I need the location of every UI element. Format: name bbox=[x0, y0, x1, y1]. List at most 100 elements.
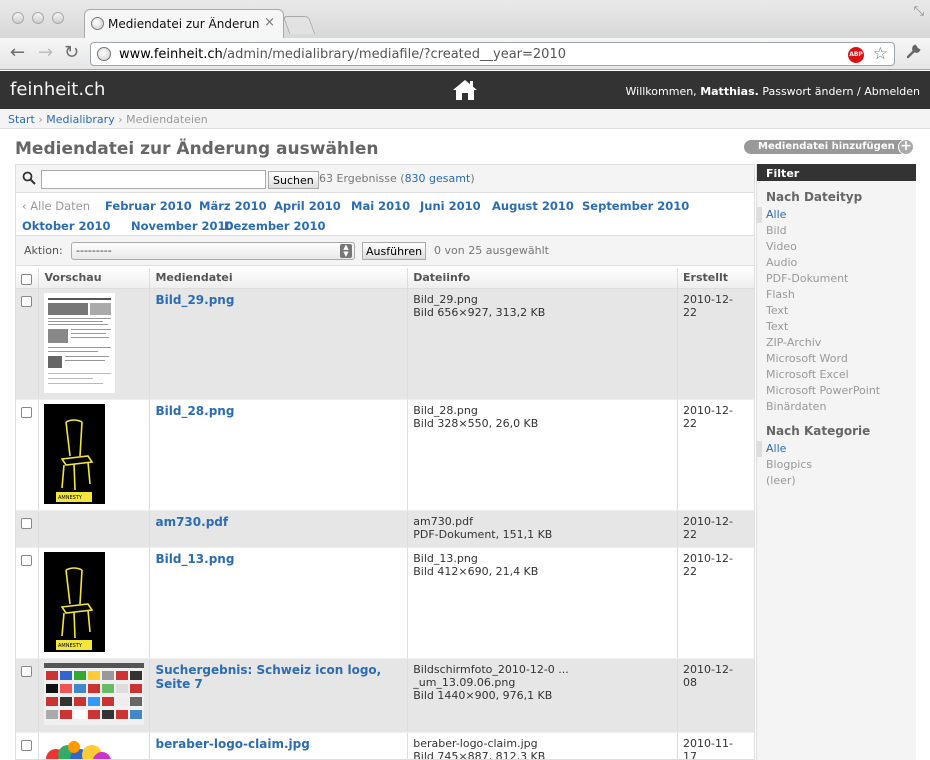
fileinfo-line: PDF-Dokument, 151,1 KB bbox=[413, 527, 553, 541]
add-mediafile-button[interactable]: Mediendatei hinzufügen + bbox=[744, 139, 914, 155]
mediafile-link[interactable]: beraber-logo-claim.jpg bbox=[155, 737, 309, 751]
table-row: AMNESTY Bild_28.png Bild_28.png Bild 328… bbox=[16, 399, 754, 511]
plus-icon: + bbox=[898, 139, 914, 155]
date-link-month[interactable]: Dezember 2010 bbox=[224, 219, 326, 233]
mediafile-link[interactable]: Suchergebnis: Schweiz icon logo, Seite 7 bbox=[155, 663, 381, 691]
chair-thumbnail[interactable]: AMNESTY bbox=[44, 551, 106, 652]
document-thumbnail[interactable] bbox=[44, 292, 116, 393]
chair-thumbnail[interactable]: AMNESTY bbox=[44, 403, 106, 504]
column-header-fileinfo[interactable]: Dateiinfo bbox=[407, 268, 678, 289]
row-checkbox[interactable] bbox=[21, 665, 32, 677]
date-link-month[interactable]: September 2010 bbox=[582, 199, 689, 213]
date-back-link[interactable]: ‹ Alle Daten bbox=[22, 199, 90, 213]
fileinfo-line: Bild_13.png bbox=[413, 551, 478, 565]
home-icon[interactable] bbox=[452, 78, 478, 105]
results-table: Vorschau Mediendatei Dateiinfo Erstellt bbox=[16, 268, 754, 760]
run-action-button[interactable]: Ausführen bbox=[362, 242, 427, 260]
filter-item[interactable]: Video bbox=[757, 239, 916, 255]
select-all-checkbox[interactable] bbox=[21, 273, 32, 285]
site-title[interactable]: feinheit.ch bbox=[10, 79, 105, 100]
filter-item[interactable]: Alle bbox=[757, 441, 916, 457]
table-row: AMNESTY Bild_13.png Bild_13.png Bild 412… bbox=[16, 547, 754, 659]
action-select[interactable]: --------- ▲ ▼ bbox=[71, 242, 355, 260]
date-link-month[interactable]: Mai 2010 bbox=[351, 199, 410, 213]
breadcrumb-start[interactable]: Start bbox=[8, 113, 35, 126]
filter-sidebar: Filter Nach Dateityp Alle Bild Video Aud… bbox=[756, 164, 916, 760]
table-row: beraber-logo-claim.jpg beraber-logo-clai… bbox=[16, 732, 754, 760]
created-line: 08 bbox=[683, 675, 697, 689]
fileinfo-cell: beraber-logo-claim.jpg Bild 745×887, 812… bbox=[407, 732, 678, 760]
row-checkbox[interactable] bbox=[21, 295, 32, 307]
filter-item[interactable]: Text bbox=[757, 303, 916, 319]
total-link[interactable]: 830 gesamt bbox=[405, 172, 471, 185]
change-password-link[interactable]: Passwort ändern bbox=[762, 85, 853, 98]
column-header-preview[interactable]: Vorschau bbox=[38, 268, 151, 289]
mediafile-link[interactable]: Bild_28.png bbox=[155, 404, 234, 418]
address-bar[interactable]: www.feinheit.ch/admin/medialibrary/media… bbox=[90, 42, 895, 66]
filter-item[interactable]: Text bbox=[757, 319, 916, 335]
date-link-month[interactable]: Februar 2010 bbox=[105, 199, 192, 213]
close-window-button[interactable] bbox=[12, 12, 24, 24]
search-input[interactable] bbox=[41, 170, 266, 189]
colorful-logo-thumbnail[interactable] bbox=[44, 736, 116, 760]
fileinfo-cell: Bild_29.png Bild 656×927, 313,2 KB bbox=[407, 288, 678, 400]
reload-icon[interactable]: ↻ bbox=[64, 42, 79, 63]
filter-item[interactable]: PDF-Dokument bbox=[757, 271, 916, 287]
column-header-created[interactable]: Erstellt bbox=[677, 268, 754, 289]
filter-item[interactable]: Microsoft Word bbox=[757, 351, 916, 367]
preview-cell: AMNESTY bbox=[38, 547, 151, 659]
filter-item[interactable]: Audio bbox=[757, 255, 916, 271]
date-link-month[interactable]: März 2010 bbox=[199, 199, 267, 213]
created-line: 2010-12- bbox=[683, 292, 733, 306]
fileinfo-line: Bild 745×887, 812,3 KB bbox=[413, 749, 546, 760]
bookmark-star-icon[interactable]: ☆ bbox=[873, 44, 888, 64]
zoom-window-button[interactable] bbox=[52, 12, 64, 24]
forward-icon[interactable]: → bbox=[38, 42, 53, 63]
fileinfo-cell: Bildschirmfoto_2010-12-0 ... _um_13.09.0… bbox=[407, 658, 678, 733]
fileinfo-cell: Bild_28.png Bild 328×550, 26,0 KB bbox=[407, 399, 678, 511]
created-line: 17 bbox=[683, 749, 697, 760]
date-link-month[interactable]: November 2010 bbox=[131, 219, 234, 233]
search-button[interactable]: Suchen bbox=[268, 171, 319, 189]
action-label: Aktion: bbox=[24, 244, 63, 257]
thumb-text: AMNESTY bbox=[58, 495, 83, 501]
filter-item[interactable]: (leer) bbox=[757, 473, 916, 489]
back-icon[interactable]: ← bbox=[10, 42, 25, 63]
new-tab-button[interactable] bbox=[282, 16, 316, 34]
wrench-icon[interactable] bbox=[906, 43, 922, 64]
filter-item[interactable]: Binärdaten bbox=[757, 399, 916, 415]
mediafile-link[interactable]: Bild_13.png bbox=[155, 552, 234, 566]
filter-item[interactable]: Flash bbox=[757, 287, 916, 303]
tab-close-icon[interactable]: × bbox=[264, 15, 275, 30]
row-checkbox[interactable] bbox=[21, 739, 32, 751]
adblock-icon[interactable]: ABP bbox=[848, 47, 864, 63]
column-header-mediafile[interactable]: Mediendatei bbox=[149, 268, 409, 289]
date-link-month[interactable]: April 2010 bbox=[274, 199, 341, 213]
filter-heading-filetype: Nach Dateityp bbox=[766, 190, 863, 204]
row-checkbox[interactable] bbox=[21, 406, 32, 418]
url-path: /admin/medialibrary/mediafile/?created__… bbox=[222, 47, 566, 62]
logout-link[interactable]: Abmelden bbox=[864, 85, 920, 98]
fullscreen-icon[interactable]: ⤡ bbox=[914, 4, 924, 19]
created-line: 2010-12- bbox=[683, 662, 733, 676]
row-checkbox[interactable] bbox=[21, 554, 32, 566]
filter-item[interactable]: Microsoft PowerPoint bbox=[757, 383, 916, 399]
fileinfo-line: Bild 656×927, 313,2 KB bbox=[413, 305, 546, 319]
mediafile-link[interactable]: Bild_29.png bbox=[155, 293, 234, 307]
filter-item[interactable]: Microsoft Excel bbox=[757, 367, 916, 383]
minimize-window-button[interactable] bbox=[32, 12, 44, 24]
breadcrumb-medialibrary[interactable]: Medialibrary bbox=[46, 113, 114, 126]
result-count: 63 Ergebnisse (830 gesamt) bbox=[319, 172, 475, 185]
filter-item[interactable]: ZIP-Archiv bbox=[757, 335, 916, 351]
filter-item[interactable]: Alle bbox=[757, 207, 916, 223]
filter-item[interactable]: Bild bbox=[757, 223, 916, 239]
date-link-month[interactable]: August 2010 bbox=[492, 199, 574, 213]
browser-tab[interactable]: Mediendatei zur Änderung a × bbox=[84, 9, 284, 38]
created-line: 2010-12- bbox=[683, 514, 733, 528]
date-link-month[interactable]: Juni 2010 bbox=[420, 199, 481, 213]
filter-item[interactable]: Blogpics bbox=[757, 457, 916, 473]
date-link-month[interactable]: Oktober 2010 bbox=[22, 219, 111, 233]
row-checkbox[interactable] bbox=[21, 517, 32, 529]
mediafile-link[interactable]: am730.pdf bbox=[155, 515, 228, 529]
screenshot-thumbnail[interactable] bbox=[44, 662, 145, 725]
